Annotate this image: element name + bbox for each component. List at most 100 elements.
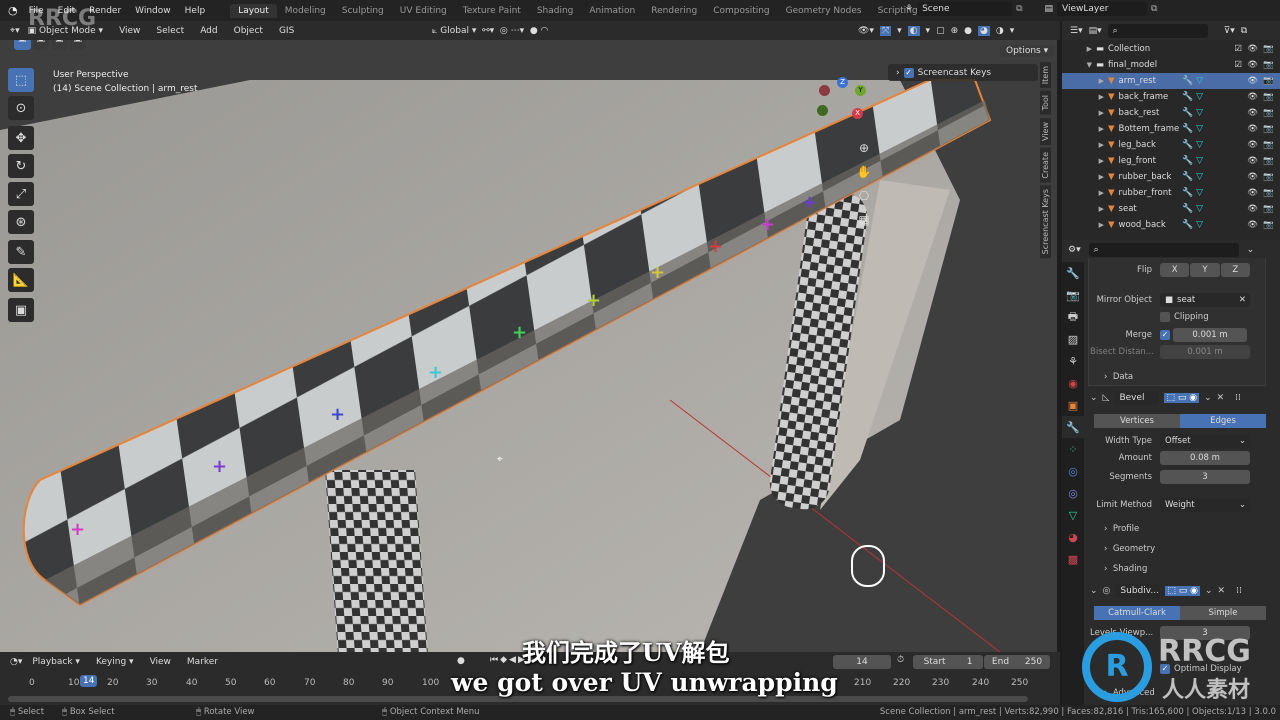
zoom-icon[interactable]: ⊕ <box>855 136 873 160</box>
editor-type-icon[interactable]: ⌖▾ <box>10 26 20 36</box>
new-collection-icon[interactable]: ⧉ <box>1241 26 1247 36</box>
flip-z-toggle[interactable]: Z <box>1220 262 1250 277</box>
outliner-item-wood-back[interactable]: ▶ ▼ wood_back 🔧 ▽ 👁 📷 <box>1062 217 1280 233</box>
camera-icon[interactable]: 📷 <box>1263 140 1274 150</box>
tab-tool[interactable]: Tool <box>1040 91 1051 115</box>
solid-shading-icon[interactable]: ● <box>964 26 972 36</box>
outliner-item-leg-back[interactable]: ▶ ▼ leg_back 🔧 ▽ 👁 📷 <box>1062 137 1280 153</box>
outliner-item-rubber-back[interactable]: ▶ ▼ rubber_back 🔧 ▽ 👁 📷 <box>1062 169 1280 185</box>
expand-arrow-icon[interactable]: ▶ <box>1062 45 1096 53</box>
render-props-icon[interactable]: 📷 <box>1062 284 1084 306</box>
tab-item[interactable]: Item <box>1040 62 1051 89</box>
outliner-item-final-model[interactable]: ▼ ▬ final_model ☑ 👁 📷 <box>1062 57 1280 73</box>
ortho-grid-icon[interactable]: ▦ <box>855 208 873 232</box>
shading-subpanel[interactable]: › Shading <box>1090 561 1265 576</box>
expand-arrow-icon[interactable]: ▶ <box>1062 189 1108 197</box>
pan-hand-icon[interactable]: ✋ <box>855 160 873 184</box>
eye-icon[interactable]: 👁 <box>1247 124 1258 134</box>
eye-icon[interactable]: 👁 <box>1247 60 1258 70</box>
camera-icon[interactable]: 📷 <box>1263 220 1274 230</box>
expand-arrow-icon[interactable]: ▶ <box>1062 93 1108 101</box>
flip-x-toggle[interactable]: X <box>1160 262 1190 277</box>
output-props-icon[interactable]: 🖶 <box>1062 306 1084 328</box>
scene-selector[interactable]: Scene <box>917 2 1013 16</box>
tab-modeling[interactable]: Modeling <box>277 4 334 18</box>
scale-tool-icon[interactable]: ⤢ <box>8 182 34 206</box>
tab-layout[interactable]: Layout <box>230 3 277 18</box>
selection-mode-buttons[interactable]: ▣ ▣ ▣ ▣ <box>14 40 104 50</box>
menu-select[interactable]: Select <box>148 26 192 36</box>
screencast-keys-panel[interactable]: › ✓ Screencast Keys <box>888 64 1038 81</box>
camera-icon[interactable]: 📷 <box>1263 204 1274 214</box>
collapse-icon[interactable]: ⌄ <box>1090 586 1098 596</box>
new-view-layer-icon[interactable]: ⧉ <box>1151 4 1157 14</box>
eye-icon[interactable]: 👁 <box>1247 108 1258 118</box>
properties-search-input[interactable]: ⌕ <box>1088 243 1239 257</box>
xray-icon[interactable]: ▢ <box>936 26 945 36</box>
tab-compositing[interactable]: Compositing <box>705 4 777 18</box>
expand-arrow-icon[interactable]: ▼ <box>1062 61 1096 69</box>
simple-button[interactable]: Simple <box>1180 606 1266 620</box>
scene-icon[interactable]: ⚘ <box>905 4 913 14</box>
exclude-checkbox[interactable]: ☑ <box>1234 60 1242 70</box>
menu-view[interactable]: View <box>144 657 177 667</box>
outliner-item-back-frame[interactable]: ▶ ▼ back_frame 🔧 ▽ 👁 📷 <box>1062 89 1280 105</box>
tab-animation[interactable]: Animation <box>581 4 643 18</box>
timeline-editor-icon[interactable]: ◔▾ <box>10 657 22 667</box>
expand-arrow-icon[interactable]: ▶ <box>1062 125 1108 133</box>
scene-props-icon[interactable]: ⚘ <box>1062 350 1084 372</box>
select-extend-icon[interactable]: ▣ <box>32 40 50 50</box>
outliner-item-seat[interactable]: ▶ ▼ seat 🔧 ▽ 👁 📷 <box>1062 201 1280 217</box>
object-props-icon[interactable]: ▣ <box>1062 394 1084 416</box>
select-invert-icon[interactable]: ▣ <box>69 40 87 50</box>
shading-controls[interactable]: 👁▾ ⤧ ▾ ◐ ▾ ▢ ⊕ ● ◕ ◑ ▾ <box>858 25 1014 36</box>
tab-screencast-keys[interactable]: Screencast Keys <box>1040 185 1051 259</box>
mirror-object-field[interactable]: ■ seat ✕ <box>1160 292 1250 307</box>
filter-icon[interactable]: ⊽▾ <box>1224 26 1235 36</box>
measure-tool-icon[interactable]: 📐 <box>8 268 34 292</box>
merge-distance-field[interactable]: 0.001 m <box>1173 327 1247 342</box>
menu-add[interactable]: Add <box>192 26 225 36</box>
overlay-toggle-icon[interactable]: ◐ <box>907 25 920 36</box>
delete-modifier-icon[interactable]: ✕ <box>1217 393 1225 403</box>
subdiv-name-field[interactable]: Subdiv... <box>1115 583 1161 598</box>
select-box-tool-icon[interactable]: ⬚ <box>8 68 34 92</box>
menu-marker[interactable]: Marker <box>181 657 224 667</box>
wireframe-shading-icon[interactable]: ⊕ <box>951 26 959 36</box>
3d-viewport[interactable]: + + + + + + + + + + User Perspective (14) Sce… <box>0 40 1057 652</box>
eye-icon[interactable]: 👁 <box>1247 188 1258 198</box>
transform-tool-icon[interactable]: ⊛ <box>8 210 34 234</box>
camera-icon[interactable]: 📷 <box>1263 188 1274 198</box>
eye-icon[interactable]: 👁 <box>1247 220 1258 230</box>
camera-icon[interactable]: 📷 <box>1263 108 1274 118</box>
playhead[interactable]: 14 <box>80 675 98 687</box>
tab-geometry-nodes[interactable]: Geometry Nodes <box>778 4 870 18</box>
menu-window[interactable]: Window <box>128 6 178 16</box>
segments-field[interactable]: 3 <box>1160 469 1250 484</box>
eye-icon[interactable]: 👁 <box>1247 204 1258 214</box>
outliner-item-leg-front[interactable]: ▶ ▼ leg_front 🔧 ▽ 👁 📷 <box>1062 153 1280 169</box>
camera-icon[interactable]: 📷 <box>1263 76 1274 86</box>
tab-create[interactable]: Create <box>1040 147 1051 183</box>
properties-editor-icon[interactable]: ⚙▾ <box>1068 245 1081 255</box>
tab-view[interactable]: View <box>1040 117 1051 145</box>
options-button[interactable]: Options ▾ <box>1000 45 1055 57</box>
properties-options-icon[interactable]: ⌄ <box>1247 245 1255 255</box>
bisect-distance-field[interactable]: 0.001 m <box>1160 344 1250 359</box>
geometry-subpanel[interactable]: › Geometry <box>1090 541 1265 556</box>
exclude-checkbox[interactable]: ☑ <box>1234 44 1242 54</box>
gizmo-z-axis[interactable]: Z <box>837 77 848 88</box>
menu-playback[interactable]: Playback ▾ <box>26 657 86 667</box>
outliner-item-arm-rest[interactable]: ▶ ▼ arm_rest 🔧 ▽ 👁 📷 <box>1062 73 1280 89</box>
menu-keying[interactable]: Keying ▾ <box>90 657 140 667</box>
outliner-item-collection[interactable]: ▶ ▬ Collection ☑ 👁 📷 <box>1062 41 1280 57</box>
auto-keying-icon[interactable]: ● <box>457 656 465 666</box>
expand-arrow-icon[interactable]: ▶ <box>1062 157 1108 165</box>
start-frame-field[interactable]: Start 1 <box>913 655 983 669</box>
eye-icon[interactable]: 👁 <box>1247 156 1258 166</box>
gizmo-y-axis[interactable]: Y <box>855 85 866 96</box>
rotate-tool-icon[interactable]: ↻ <box>8 154 34 178</box>
drag-handle-icon[interactable]: ⁞⁞ <box>1236 586 1242 596</box>
select-new-icon[interactable]: ▣ <box>14 40 31 50</box>
eye-icon[interactable]: 👁 <box>1247 44 1258 54</box>
